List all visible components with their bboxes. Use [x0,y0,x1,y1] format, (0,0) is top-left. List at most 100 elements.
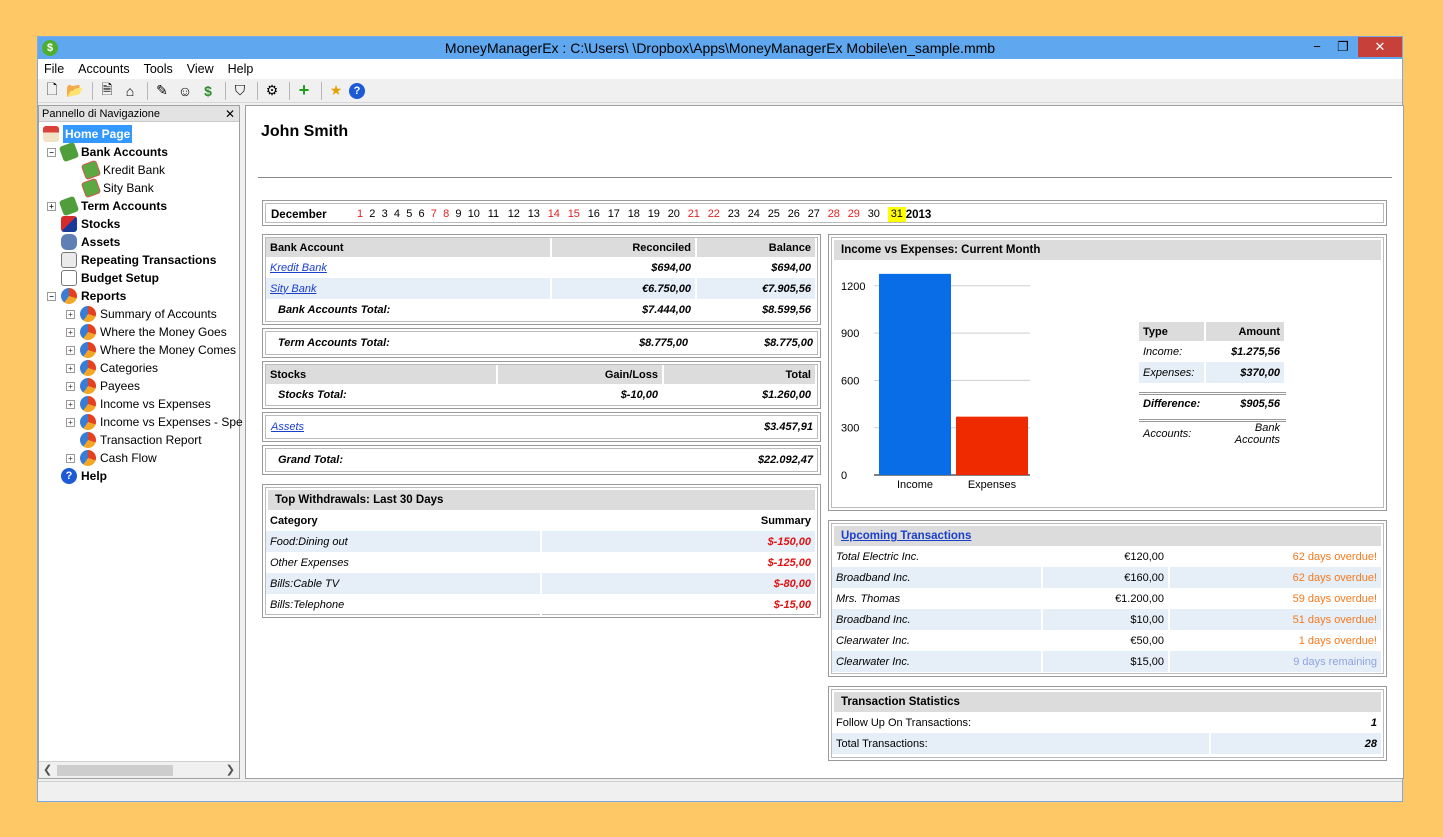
tree-item-label: Kredit Bank [103,163,166,177]
collapse-icon[interactable]: − [47,147,56,157]
tree-item-repeating-transactions[interactable]: Repeating Transactions [61,251,216,269]
tree-item-income-vs-expenses-specific[interactable]: + Income vs Expenses - Spe [66,413,243,431]
tree-item-label: Categories [100,361,159,375]
calendar-day: 6 [418,208,425,220]
report-pie-icon [80,324,96,340]
expand-icon[interactable]: + [66,399,75,409]
tree-item-home-page[interactable]: Home Page [43,125,133,143]
tree-item-transaction-report[interactable]: Transaction Report [80,431,202,449]
tree-item-categories[interactable]: + Categories [66,359,158,377]
tree-item-summary-of-accounts[interactable]: + Summary of Accounts [66,305,217,323]
tree-item-where-money-goes[interactable]: + Where the Money Goes [66,323,227,341]
withdrawal-category: Bills:Telephone [266,594,542,615]
tree-item-income-vs-expenses[interactable]: + Income vs Expenses [66,395,211,413]
currency-icon[interactable]: $ [198,81,218,101]
tree-item-budget-setup[interactable]: Budget Setup [61,269,159,287]
x-tick-label: Income [897,479,933,491]
tree-item-reports[interactable]: − Reports [47,287,126,305]
calendar-day: 27 [807,208,820,220]
horizontal-scrollbar[interactable]: ❮ ❯ [39,761,239,778]
nav-close-icon[interactable]: ✕ [225,106,235,122]
tree-item-cash-flow[interactable]: + Cash Flow [66,449,157,467]
assets-link[interactable]: Assets [271,421,304,433]
menu-help[interactable]: Help [228,62,254,76]
upcoming-amount: €50,00 [1042,630,1170,651]
menu-tools[interactable]: Tools [144,62,173,76]
upcoming-amount: $10,00 [1042,609,1170,630]
stocks-icon [61,216,77,232]
term-total-row: Term Accounts Total: $8.775,00 $8.775,00 [266,332,817,354]
upcoming-transactions-header: Upcoming Transactions [834,526,1381,546]
assets-row: Assets $3.457,91 [266,416,817,438]
tree-item-term-accounts[interactable]: + Term Accounts [47,195,167,217]
scroll-right-icon[interactable]: ❯ [226,763,235,776]
tree-item-bank-accounts[interactable]: − Bank Accounts [47,141,168,163]
expand-icon[interactable]: + [66,381,75,391]
calendar-day: 23 [727,208,740,220]
help-icon[interactable]: ? [349,82,365,99]
filter-icon[interactable]: ⛉ [230,81,250,101]
home-icon[interactable]: ⌂ [120,81,140,101]
expand-icon[interactable]: + [66,345,75,355]
close-button[interactable]: ✕ [1358,37,1402,57]
withdrawal-amount: $-150,00 [541,531,817,552]
account-link-kredit-bank[interactable]: Kredit Bank [270,262,327,274]
upcoming-status: 1 days overdue! [1169,630,1383,651]
new-database-icon[interactable]: 🗋 [42,81,62,101]
edit-categories-icon[interactable]: ☺ [175,81,195,101]
account-link-sity-bank[interactable]: Sity Bank [270,283,316,295]
scroll-left-icon[interactable]: ❮ [43,763,52,776]
tree-item-kredit-bank[interactable]: Kredit Bank [80,159,166,181]
column-header: Category [266,510,542,531]
open-database-icon[interactable]: 📂 [65,81,85,101]
expand-icon[interactable]: + [66,453,75,463]
tree-item-stocks[interactable]: Stocks [61,215,120,233]
upcoming-payee: Mrs. Thomas [832,588,1043,609]
scrollbar-thumb[interactable] [57,765,173,776]
term-reconciled: $8.775,00 [639,337,688,349]
upcoming-transactions-link[interactable]: Upcoming Transactions [841,530,971,542]
calendar-day: 30 [867,208,880,220]
menu-view[interactable]: View [187,62,214,76]
calendar-year: 2013 [905,209,932,221]
edit-payees-icon[interactable]: ✎ [152,81,172,101]
tree-item-label: Help [81,469,108,483]
upcoming-status: 62 days overdue! [1169,567,1383,588]
stocks-total: $1.260,00 [663,384,817,405]
maximize-button[interactable]: ❐ [1330,37,1356,57]
options-icon[interactable]: ⚙ [262,81,282,101]
expand-icon[interactable]: + [66,363,75,373]
favorite-icon[interactable]: ★ [326,81,346,101]
title-bar[interactable]: $ MoneyManagerEx : C:\Users\ \Dropbox\Ap… [38,37,1402,59]
toolbar-divider [321,81,322,100]
expand-icon[interactable]: + [47,201,56,211]
upcoming-amount: €120,00 [1042,546,1170,567]
assets-total: Assets $3.457,91 [262,412,821,442]
legend-row-difference: Difference: $905,56 [1139,393,1286,414]
toolbar-divider [147,81,148,100]
upcoming-amount: $15,00 [1042,651,1170,672]
tree-item-label: Reports [81,289,127,303]
tree-item-payees[interactable]: + Payees [66,377,140,395]
expand-icon[interactable]: + [66,417,75,427]
income-expenses-legend: Type Amount Income: $1.275,56 Expenses: … [1139,322,1286,446]
minimize-button[interactable]: − [1304,37,1330,57]
tree-item-assets[interactable]: Assets [61,233,120,251]
calendar-day: 15 [567,208,580,220]
calendar-day: 4 [393,208,401,220]
menu-accounts[interactable]: Accounts [78,62,129,76]
menu-file[interactable]: File [44,62,64,76]
expand-icon[interactable]: + [66,309,75,319]
report-pie-icon [80,378,96,394]
expand-icon[interactable]: + [66,327,75,337]
bank-account-icon [80,159,102,181]
new-transaction-icon[interactable]: + [294,80,314,101]
tree-item-where-money-comes[interactable]: + Where the Money Comes [66,341,236,359]
collapse-icon[interactable]: − [47,291,56,301]
withdrawal-amount: $-125,00 [541,552,817,573]
income-label: Income: [1139,341,1207,362]
tree-item-sity-bank[interactable]: Sity Bank [80,177,154,199]
new-account-icon[interactable]: 🗎 [97,81,117,101]
tree-item-help[interactable]: ? Help [61,467,107,485]
table-row: Bills:Cable TV $-80,00 [266,573,817,594]
